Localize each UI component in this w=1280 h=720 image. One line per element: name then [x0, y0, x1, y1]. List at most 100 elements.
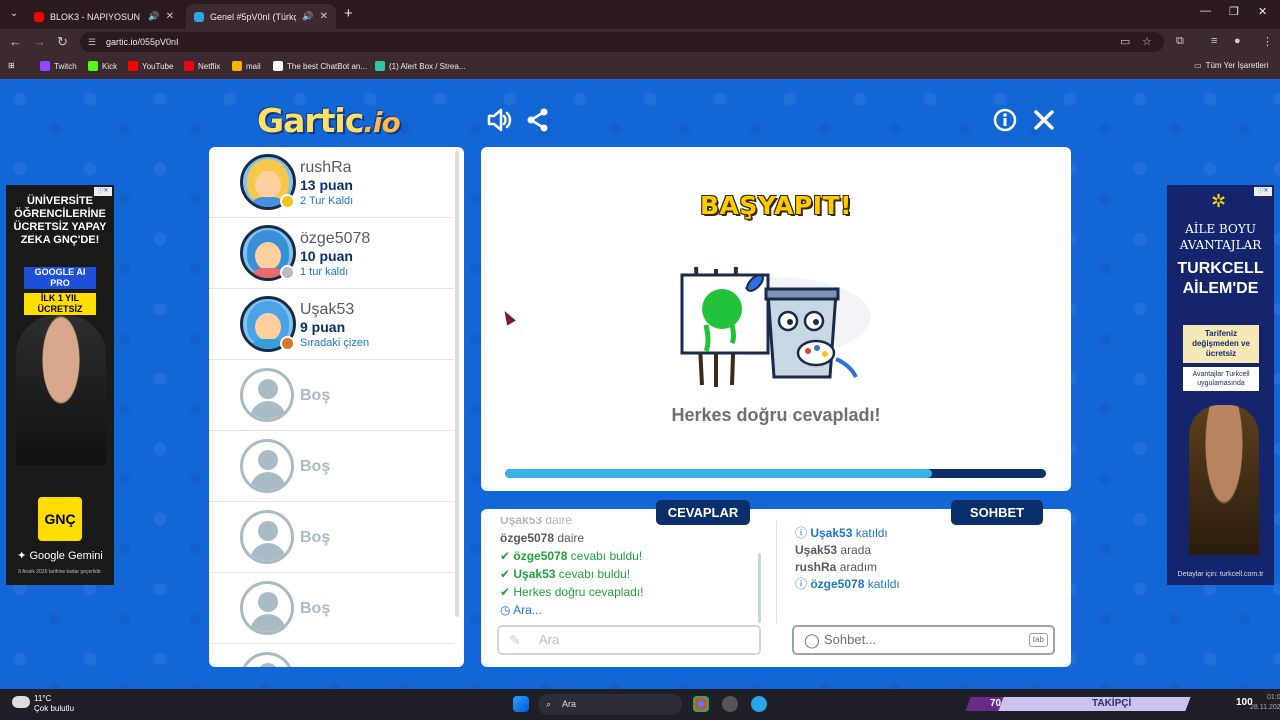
info-icon[interactable]: [991, 107, 1019, 135]
answers-scrollbar[interactable]: [758, 553, 761, 623]
chrome-icon[interactable]: [693, 696, 709, 712]
progress-fill: [505, 469, 933, 478]
players-list: rushRa 13 puan 2 Tur Kaldı özge5078 10 p…: [209, 147, 464, 667]
player-name: özge5078: [300, 230, 371, 247]
minimize-icon[interactable]: —: [1200, 5, 1211, 17]
player-row[interactable]: Uşak53 9 puan Sıradaki çizen: [209, 289, 454, 360]
ad-big-text: TURKCELL AİLEM'DE: [1177, 260, 1264, 297]
close-tab-icon[interactable]: ✕: [166, 11, 174, 22]
answer-text: daire: [557, 531, 585, 545]
chat-input[interactable]: ◯ Sohbet... tab: [792, 625, 1055, 655]
tab-blok3[interactable]: BLOK3 - NAPIYOSUN MESE 🔊 ✕: [26, 4, 182, 29]
close-tab-icon[interactable]: ✕: [320, 11, 328, 22]
youtube-favicon-icon: [34, 11, 44, 22]
speaker-icon[interactable]: 🔊: [148, 11, 159, 22]
windows-start-icon[interactable]: [513, 696, 529, 712]
forward-icon[interactable]: →: [33, 34, 46, 50]
bookmark-label: YouTube: [142, 61, 174, 71]
gemini-star-icon: ✦: [17, 550, 30, 562]
answer-user: Uşak53: [500, 517, 543, 527]
answer-entry: ✔ Uşak53 cevabı buldu!: [500, 565, 762, 583]
empty-slot-label: Boş: [300, 600, 331, 617]
close-window-icon[interactable]: ✕: [1258, 5, 1267, 18]
menu-icon[interactable]: ⋮: [1262, 35, 1273, 48]
share-icon[interactable]: [524, 107, 552, 135]
ad-box-app: Avantajlar Turkcell uygulamasında: [1183, 367, 1259, 391]
temperature: 11°C: [34, 694, 52, 703]
player-row[interactable]: rushRa 13 puan 2 Tur Kaldı: [209, 147, 454, 218]
empty-slot: Boş: [209, 360, 454, 431]
bookmark-star-icon[interactable]: ☆: [1142, 35, 1152, 48]
player-name: rushRa: [300, 159, 352, 176]
clock-time: 01:06: [1266, 694, 1280, 701]
cast-icon[interactable]: ▭: [1120, 35, 1130, 48]
chat-user: Uşak53: [795, 543, 838, 557]
bookmark-chatbot[interactable]: The best ChatBot an...: [273, 61, 367, 71]
tab-strip: ⌄ BLOK3 - NAPIYOSUN MESE 🔊 ✕ Genel #5pV0…: [0, 0, 1280, 29]
weather-text: Çok bulutlu: [34, 704, 75, 713]
new-tab-plus-icon[interactable]: +: [344, 5, 353, 22]
tab-key-hint: tab: [1028, 633, 1048, 647]
ad-left-banner[interactable]: ⓘ✕ ÜNİVERSİTE ÖĞRENCİLERİNE ÜCRETSİZ YAP…: [6, 185, 114, 585]
bookmark-kick[interactable]: Kick: [88, 61, 117, 71]
bookmark-label: The best ChatBot an...: [287, 61, 368, 71]
bookmark-twitch[interactable]: Twitch: [40, 61, 77, 71]
players-scrollbar[interactable]: [455, 151, 459, 617]
tab-gartic[interactable]: Genel #5pV0nI (Türkçe) - G 🔊 ✕: [186, 4, 336, 29]
empty-slot: Boş: [209, 431, 454, 502]
chat-entry: Uşak53 arada: [795, 542, 1055, 559]
empty-avatar-icon: [240, 652, 294, 667]
bookmark-alertbox[interactable]: (1) Alert Box / Strea...: [375, 61, 465, 71]
chat-user: özge5078: [810, 577, 865, 591]
tab-title: BLOK3 - NAPIYOSUN MESE: [50, 11, 142, 22]
bookmark-mail[interactable]: mail: [232, 61, 261, 71]
chat-placeholder: Sohbet...: [824, 632, 877, 647]
site-info-icon[interactable]: ☰: [88, 32, 96, 52]
telegram-icon[interactable]: [751, 696, 767, 712]
player-status: 2 Tur Kaldı: [300, 195, 354, 207]
bookmark-youtube[interactable]: YouTube: [128, 61, 173, 71]
empty-slot-label: Boş: [300, 458, 331, 475]
answer-entry: ✔ özge5078 cevabı buldu!: [500, 547, 762, 565]
clock-date: 28.11.2025: [1250, 704, 1280, 711]
answers-log: Uşak53 daire özge5078 daire ✔ özge5078 c…: [500, 517, 762, 621]
masterpiece-illustration-icon: [680, 266, 871, 387]
ad-headline: ÜNİVERSİTE ÖĞRENCİLERİNE ÜCRETSİZ YAPAY …: [13, 195, 107, 246]
tab-search-icon[interactable]: ⌄: [6, 6, 22, 22]
system-clock[interactable]: 01:06 28.11.2025: [1250, 693, 1280, 713]
close-icon[interactable]: [1030, 107, 1058, 135]
windows-taskbar: 11°C Çok bulutlu ⌕ Ara 70 TAKİPÇİ 100 01…: [0, 689, 1280, 720]
weather-widget[interactable]: 11°C Çok bulutlu: [12, 694, 74, 714]
address-bar[interactable]: ☰ gartic.io/055pV0nI: [80, 32, 1164, 52]
all-bookmarks[interactable]: ▭ Tüm Yer İşaretleri: [1194, 61, 1268, 70]
logo-main: Gartic: [257, 101, 364, 140]
check-icon: ✔: [500, 585, 514, 599]
speaker-icon[interactable]: 🔊: [302, 11, 313, 22]
profile-avatar[interactable]: ●: [1234, 35, 1241, 47]
round-progress-bar: [505, 469, 1046, 478]
chat-header: SOHBET: [951, 500, 1043, 525]
extensions-icon[interactable]: ⧉: [1176, 35, 1184, 48]
reload-icon[interactable]: ↻: [57, 34, 68, 50]
ad-right-banner[interactable]: ⓘ✕ ✲ AİLE BOYU AVANTAJLAR TURKCELL AİLEM…: [1167, 185, 1274, 585]
answer-user: Uşak53: [513, 567, 556, 581]
taskbar-search[interactable]: ⌕ Ara: [538, 694, 682, 715]
obs-icon[interactable]: [722, 696, 738, 712]
sound-toggle-icon[interactable]: [485, 107, 513, 135]
player-row[interactable]: özge5078 10 puan 1 tur kaldı: [209, 218, 454, 289]
answer-text: Herkes doğru cevapladı!: [513, 585, 644, 599]
ad-choices-icon[interactable]: ⓘ✕: [1254, 187, 1272, 196]
media-icon[interactable]: ≡: [1211, 35, 1217, 47]
empty-avatar-icon: [240, 368, 294, 422]
empty-slot-label: Boş: [300, 387, 331, 404]
mail-icon: [232, 61, 242, 71]
back-icon[interactable]: ←: [9, 34, 22, 50]
chat-text: katıldı: [867, 577, 900, 591]
answer-input[interactable]: ✎ Ara: [497, 625, 761, 655]
bookmark-netflix[interactable]: Netflix: [184, 61, 220, 71]
answer-entry: ◷ Ara...: [500, 601, 762, 619]
restore-icon[interactable]: ❐: [1229, 5, 1239, 18]
ad-offer: İLK 1 YIL ÜCRETSİZ: [24, 293, 96, 315]
apps-grid-icon[interactable]: ⊞: [8, 61, 15, 70]
player-score: 10 puan: [300, 248, 353, 264]
